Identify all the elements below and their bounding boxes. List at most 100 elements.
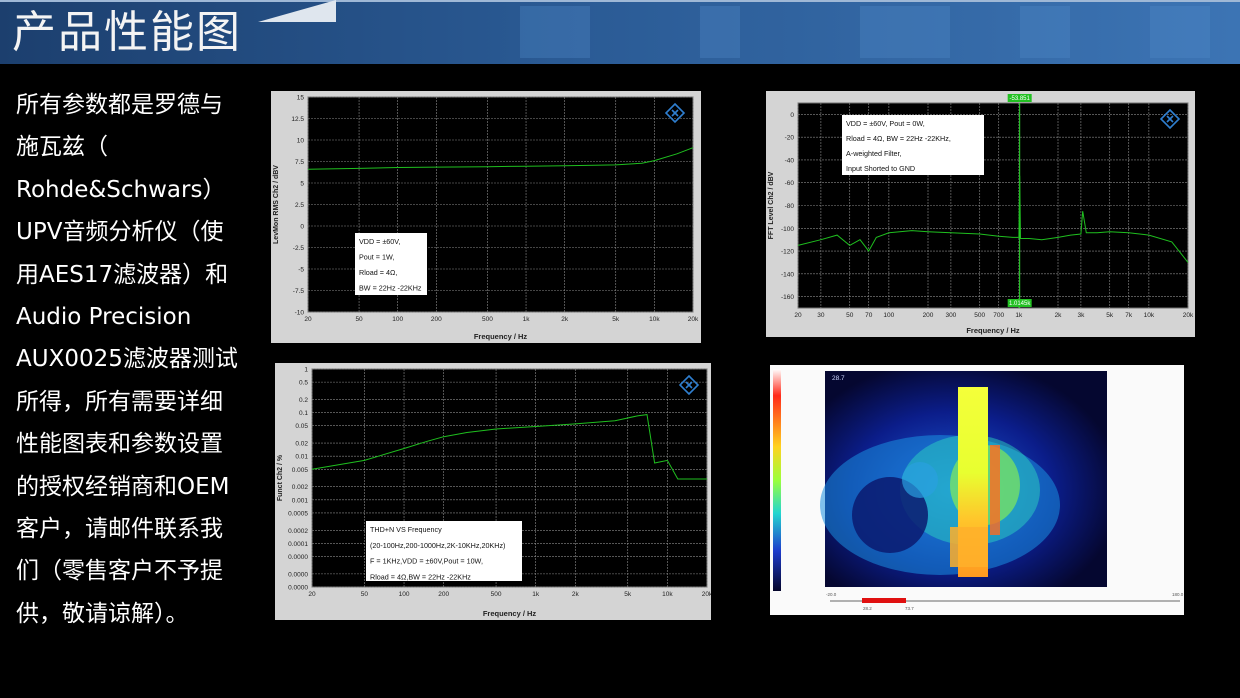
description-line: 的授权经销商和OEM	[16, 473, 230, 500]
thermal-range-label: 73.7	[905, 606, 914, 611]
temperature-scale-bar	[773, 369, 781, 591]
y-tick-label: 0.01	[295, 454, 308, 461]
x-tick-label: 20k	[1183, 312, 1194, 319]
y-axis-label: Funct Ch2 / %	[277, 454, 284, 501]
y-tick-label: 0.0000	[288, 585, 308, 592]
header-decor-block	[860, 6, 950, 58]
x-tick-label: 20	[304, 316, 312, 323]
x-tick-label: 100	[392, 316, 403, 323]
thermal-hotspot	[950, 527, 988, 567]
x-tick-label: 700	[993, 312, 1004, 319]
x-tick-label: 100	[399, 591, 410, 598]
y-tick-label: 1	[304, 367, 308, 374]
y-tick-label: -40	[785, 157, 795, 164]
x-tick-label: 100	[883, 312, 894, 319]
description-line: Audio Precision	[16, 304, 192, 331]
x-axis-label: Frequency / Hz	[474, 332, 528, 341]
x-tick-label: 1k	[532, 591, 540, 598]
y-tick-label: 12.5	[291, 116, 304, 123]
x-tick-label: 500	[974, 312, 985, 319]
x-tick-label: 2k	[561, 316, 569, 323]
cursor-value-label: -53.851	[1009, 96, 1030, 102]
thdn-chart: 20 50 100 200 500 1k 2k 5k 10k 20k 1 0.5 0.2 0.1 0.05 0…	[275, 363, 711, 620]
y-tick-label: -10	[295, 310, 305, 317]
y-tick-label: 15	[297, 95, 305, 102]
thermal-corner-value: 28.7	[832, 375, 845, 382]
fft-chart: 20 30 50 70 100 200 300 500 700 1k 2k 3k 5k 7k 10k 20k 0…	[766, 91, 1195, 337]
y-tick-label: 0.0001	[288, 541, 308, 548]
y-tick-label: 0.005	[292, 467, 309, 474]
levmon-chart: 20 50 100 200 500 1k 2k 5k 10k 20k 15 12.5 10 7.5 5 2.5…	[271, 91, 701, 343]
x-tick-label: 3k	[1077, 312, 1085, 319]
annotation-line: BW = 22Hz -22KHz	[359, 284, 422, 293]
header-banner: 产品性能图	[0, 0, 1240, 64]
thermal-hotspot	[990, 445, 1000, 535]
annotation-line: VDD = ±60V, Pout = 0W,	[846, 119, 925, 128]
header-decor-block	[520, 6, 590, 58]
description-line: AUX0025滤波器测试	[16, 346, 238, 373]
y-tick-label: 2.5	[295, 202, 304, 209]
header-decor-block	[700, 6, 740, 58]
y-tick-label: -80	[785, 203, 795, 210]
x-tick-label: 30	[817, 312, 825, 319]
y-tick-label: 0	[790, 112, 794, 119]
thermal-range-marker	[862, 598, 906, 603]
x-tick-label: 5k	[612, 316, 620, 323]
y-tick-label: -7.5	[293, 288, 305, 295]
x-tick-label: 500	[482, 316, 493, 323]
thdn-chart-svg: 20 50 100 200 500 1k 2k 5k 10k 20k 1 0.5 0.2 0.1 0.05 0…	[277, 367, 711, 619]
x-tick-label: 50	[355, 316, 363, 323]
x-tick-label: 20k	[702, 591, 711, 598]
header-wedge	[258, 0, 336, 22]
x-tick-label: 5k	[624, 591, 632, 598]
header-decor-block	[1150, 6, 1210, 58]
description-text: 所有参数都是罗德与 施瓦兹（ Rohde&Schwars） UPV音频分析仪（使…	[16, 84, 256, 635]
cursor-freq-label: 1.0145k	[1009, 301, 1031, 307]
y-tick-label: 0.0005	[288, 510, 308, 517]
description-line: 施瓦兹（	[16, 134, 108, 161]
annotation-line: (20-100Hz,200-1000Hz,2K-10KHz,20KHz)	[370, 541, 505, 550]
x-tick-label: 50	[846, 312, 854, 319]
x-tick-label: 50	[361, 591, 369, 598]
x-tick-label: 7k	[1125, 312, 1133, 319]
y-tick-label: -160	[781, 294, 794, 301]
fft-chart-svg: 20 30 50 70 100 200 300 500 700 1k 2k 3k 5k 7k 10k 20k 0…	[768, 94, 1194, 335]
x-tick-label: 200	[431, 316, 442, 323]
y-tick-label: -100	[781, 226, 794, 233]
thermal-svg: 73.7°C59.6°C45.5°C31.3°C28.2°C VDD = ±60…	[773, 369, 1184, 611]
x-tick-label: 20	[308, 591, 316, 598]
y-tick-label: 0	[300, 224, 304, 231]
annotation-line: VDD = ±60V,	[359, 237, 400, 246]
y-axis-label: LevMon RMS Ch2 / dBV	[273, 165, 280, 244]
header-decor-block	[1020, 6, 1070, 58]
y-tick-label: -120	[781, 249, 794, 256]
y-axis-label: FFT Level Ch2 / dBV	[768, 171, 775, 239]
description-line: 所有参数都是罗德与	[16, 92, 223, 118]
description-line: 客户，请邮件联系我	[16, 516, 223, 543]
y-tick-label: 0.0000	[288, 571, 308, 578]
x-tick-label: 10k	[649, 316, 660, 323]
levmon-chart-svg: 20 50 100 200 500 1k 2k 5k 10k 20k 15 12.5 10 7.5 5 2.5…	[273, 95, 699, 342]
thermal-capacitor	[902, 462, 938, 498]
x-axis-label: Frequency / Hz	[483, 609, 537, 618]
y-tick-label: 10	[297, 138, 305, 145]
x-tick-label: 70	[865, 312, 873, 319]
x-tick-label: 200	[923, 312, 934, 319]
description-line: Rohde&Schwars）	[16, 176, 226, 203]
x-tick-label: 300	[945, 312, 956, 319]
description-line: UPV音频分析仪（使	[16, 219, 224, 246]
page-title: 产品性能图	[12, 7, 242, 58]
annotation-line: Input Shorted to GND	[846, 164, 915, 173]
y-tick-label: 5	[300, 181, 304, 188]
x-tick-label: 2k	[1055, 312, 1063, 319]
x-tick-label: 20k	[688, 316, 699, 323]
thermal-range-label: 28.2	[863, 606, 872, 611]
y-tick-label: 0.0000	[288, 554, 308, 561]
annotation-line: F = 1KHz,VDD = ±60V,Pout = 10W,	[370, 557, 483, 566]
description-line: 用AES17滤波器）和	[16, 261, 229, 288]
y-tick-label: 0.1	[299, 410, 308, 417]
x-tick-label: 1k	[523, 316, 531, 323]
annotation-line: THD+N VS Frequency	[370, 525, 442, 534]
x-tick-label: 5k	[1106, 312, 1114, 319]
y-tick-label: 0.0002	[288, 528, 308, 535]
